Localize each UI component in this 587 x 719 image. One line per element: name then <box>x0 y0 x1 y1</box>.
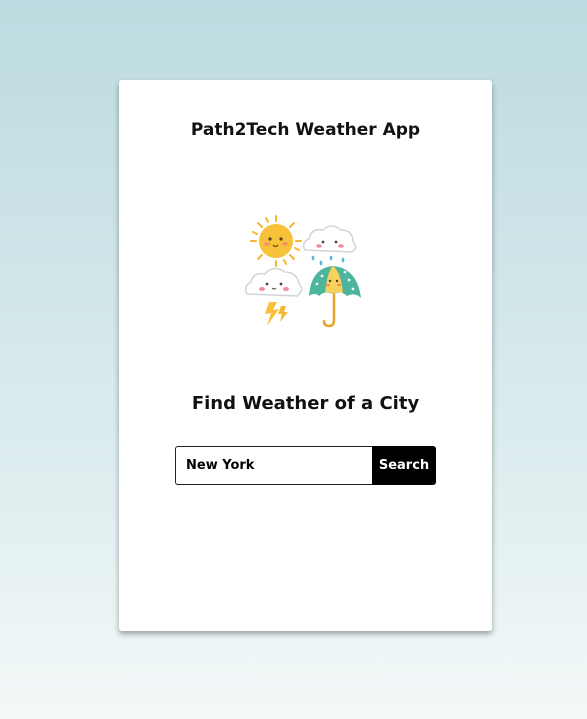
city-search-input[interactable] <box>175 446 372 485</box>
sun-icon <box>250 215 302 267</box>
weather-illustration <box>244 215 361 328</box>
search-button[interactable]: Search <box>372 446 436 485</box>
find-weather-heading: Find Weather of a City <box>191 393 420 414</box>
weather-card: Path2Tech Weather App Find Weather of a … <box>119 80 492 631</box>
city-search-form: Search <box>175 446 436 485</box>
umbrella-icon <box>309 266 361 328</box>
app-title: Path2Tech Weather App <box>190 120 421 140</box>
rain-cloud-icon <box>302 225 357 266</box>
storm-cloud-icon <box>244 267 303 326</box>
